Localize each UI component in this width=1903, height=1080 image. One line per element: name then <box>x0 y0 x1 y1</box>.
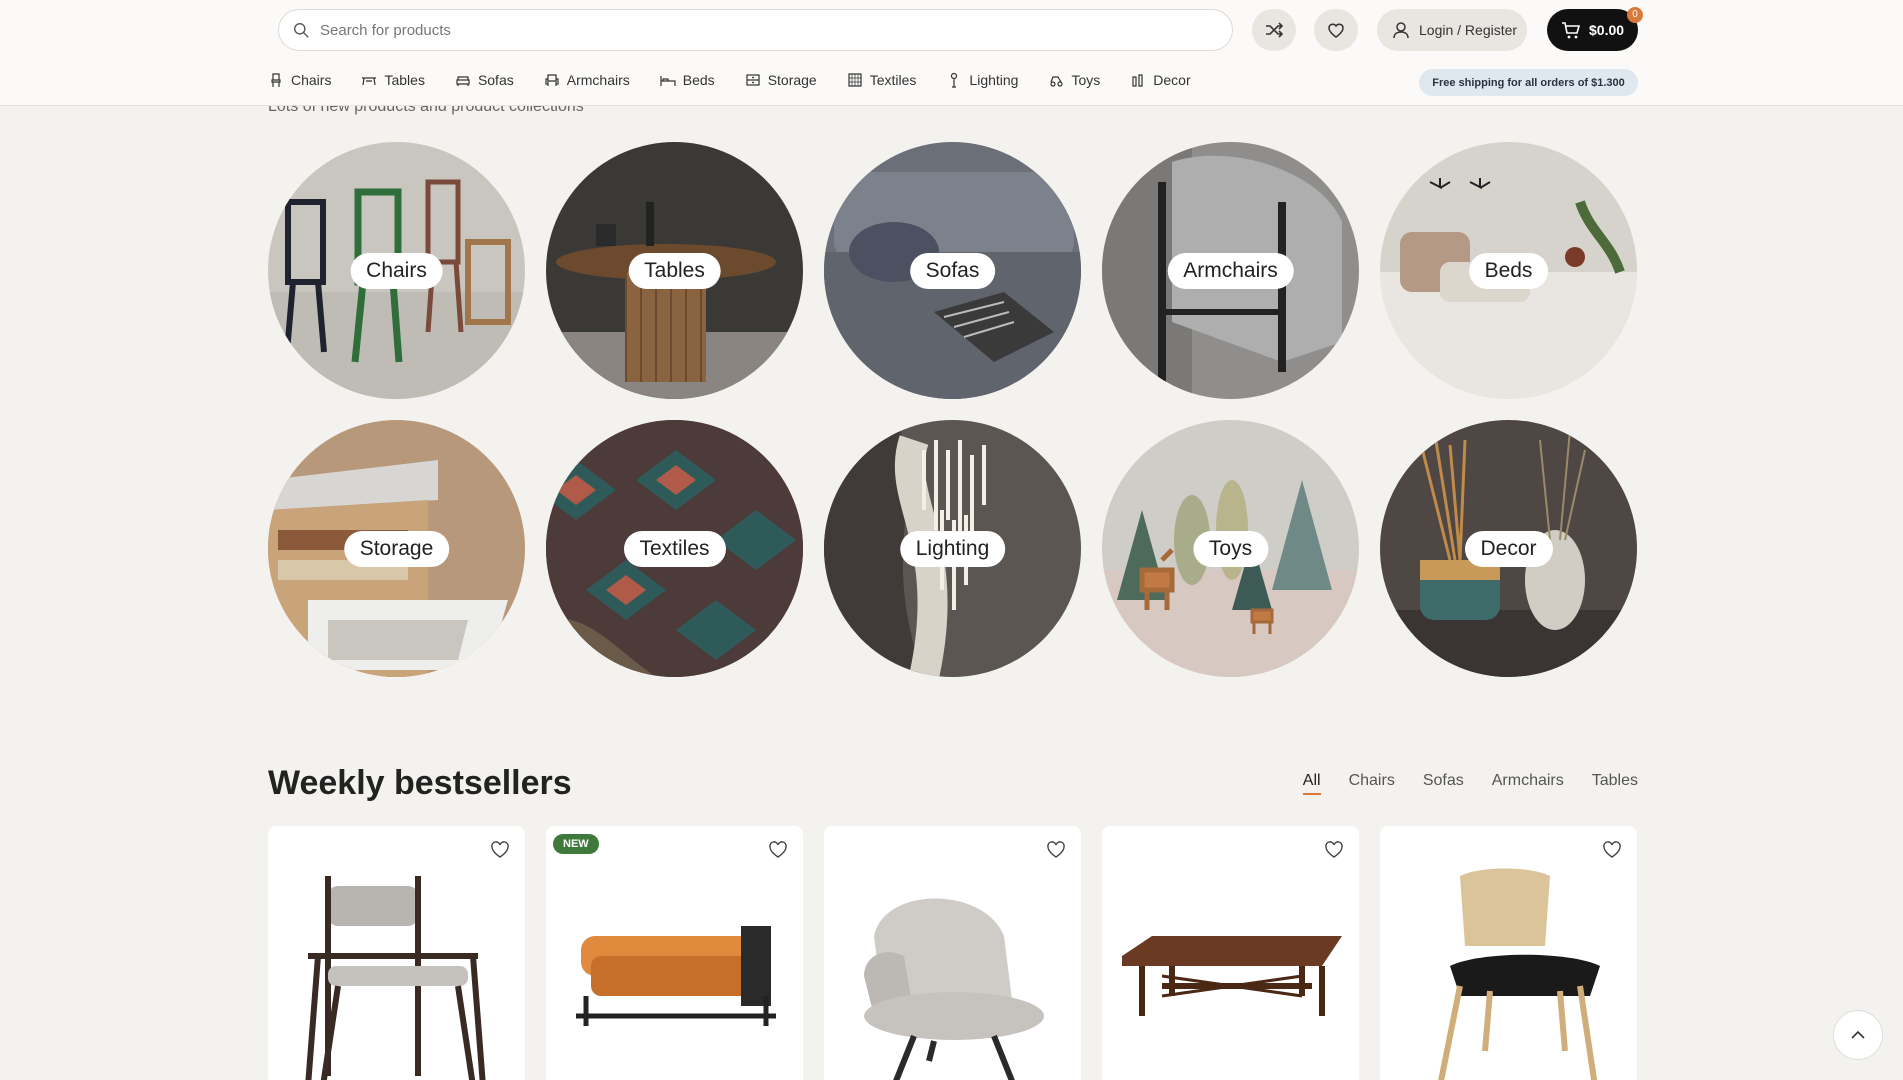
armchair-icon <box>545 74 559 86</box>
filter-tab-armchairs[interactable]: Armchairs <box>1492 772 1564 795</box>
filter-tab-chairs[interactable]: Chairs <box>1349 772 1395 795</box>
category-label: Textiles <box>623 530 726 567</box>
category-decor[interactable]: Decor <box>1380 420 1637 677</box>
nav-item-toys[interactable]: Toys <box>1048 72 1100 88</box>
table-icon <box>362 77 377 86</box>
category-tables[interactable]: Tables <box>546 142 803 399</box>
product-card[interactable]: NEW <box>546 826 803 1080</box>
new-badge: NEW <box>553 834 599 854</box>
category-textiles[interactable]: Textiles <box>546 420 803 677</box>
search-input[interactable] <box>320 21 1200 39</box>
category-beds[interactable]: Beds <box>1380 142 1637 399</box>
filter-tab-sofas[interactable]: Sofas <box>1423 772 1464 795</box>
category-label: Armchairs <box>1167 252 1294 289</box>
heart-icon <box>1328 23 1344 38</box>
product-card[interactable] <box>1102 826 1359 1080</box>
category-label: Lighting <box>899 530 1006 567</box>
nav-label: Sofas <box>477 72 514 88</box>
category-label: Toys <box>1192 530 1269 567</box>
category-label: Decor <box>1464 530 1553 567</box>
category-storage[interactable]: Storage <box>268 420 525 677</box>
filter-tab-all[interactable]: All <box>1302 772 1321 795</box>
textile-icon <box>848 73 862 87</box>
compare-button[interactable] <box>1252 9 1296 51</box>
category-label: Beds <box>1468 252 1549 289</box>
nav-item-sofas[interactable]: Sofas <box>455 72 514 88</box>
user-icon <box>1393 22 1409 39</box>
nav-label: Textiles <box>869 72 917 88</box>
shuffle-icon <box>1266 22 1284 38</box>
storage-icon <box>746 74 760 86</box>
category-chairs[interactable]: Chairs <box>268 142 525 399</box>
nav-item-chairs[interactable]: Chairs <box>268 72 331 88</box>
category-armchairs[interactable]: Armchairs <box>1102 142 1359 399</box>
search-icon <box>294 22 309 38</box>
nav-label: Lighting <box>969 72 1019 88</box>
product-card[interactable] <box>824 826 1081 1080</box>
category-nav: Chairs Tables Sofas Armchairs Beds Stora… <box>268 72 1221 88</box>
nav-item-tables[interactable]: Tables <box>361 72 425 88</box>
nav-label: Beds <box>682 72 715 88</box>
nav-label: Tables <box>384 72 425 88</box>
login-register-button[interactable]: Login / Register <box>1377 9 1527 51</box>
chair-icon <box>271 73 281 87</box>
product-image <box>576 926 776 1026</box>
category-label: Sofas <box>909 252 996 289</box>
product-card[interactable] <box>268 826 525 1080</box>
filter-tab-tables[interactable]: Tables <box>1592 772 1638 795</box>
nav-label: Toys <box>1071 72 1101 88</box>
nav-label: Armchairs <box>566 72 630 88</box>
category-label: Chairs <box>350 252 443 289</box>
login-label: Login / Register <box>1419 22 1518 38</box>
cart-count-badge: 0 <box>1627 7 1643 23</box>
product-card[interactable] <box>1380 826 1637 1080</box>
site-header: Login / Register $0.00 0 Chairs Tables S… <box>0 0 1903 106</box>
product-image <box>305 876 486 1080</box>
scroll-to-top-button[interactable] <box>1833 1010 1883 1060</box>
bed-icon <box>660 76 676 86</box>
nav-item-beds[interactable]: Beds <box>660 72 715 88</box>
cart-button[interactable]: $0.00 <box>1547 9 1638 51</box>
shipping-note: Free shipping for all orders of $1.300 <box>1419 69 1638 96</box>
product-image <box>1122 936 1342 1016</box>
nav-item-armchairs[interactable]: Armchairs <box>544 72 630 88</box>
sofa-icon <box>456 76 470 86</box>
category-label: Storage <box>343 530 450 567</box>
decor-icon <box>1132 74 1143 87</box>
search-bar[interactable] <box>278 9 1233 51</box>
wishlist-button[interactable] <box>1314 9 1358 51</box>
category-sofas[interactable]: Sofas <box>824 142 1081 399</box>
nav-item-storage[interactable]: Storage <box>745 72 817 88</box>
cart-total: $0.00 <box>1589 22 1625 38</box>
nav-item-textiles[interactable]: Textiles <box>847 72 917 88</box>
nav-label: Decor <box>1153 72 1191 88</box>
nav-item-decor[interactable]: Decor <box>1130 72 1191 88</box>
nav-item-lighting[interactable]: Lighting <box>946 72 1018 88</box>
nav-label: Storage <box>767 72 817 88</box>
chevron-up-icon <box>1851 1030 1865 1039</box>
bestsellers-title: Weekly bestsellers <box>268 764 572 802</box>
product-image <box>1438 868 1600 1080</box>
bestseller-filter-tabs: All Chairs Sofas Armchairs Tables <box>1302 772 1638 795</box>
cart-icon <box>1562 22 1581 39</box>
category-toys[interactable]: Toys <box>1102 420 1359 677</box>
product-image <box>864 898 1044 1080</box>
category-label: Tables <box>628 252 721 289</box>
category-lighting[interactable]: Lighting <box>824 420 1081 677</box>
lamp-icon <box>951 72 958 88</box>
toy-icon <box>1050 76 1064 87</box>
nav-label: Chairs <box>291 72 332 88</box>
